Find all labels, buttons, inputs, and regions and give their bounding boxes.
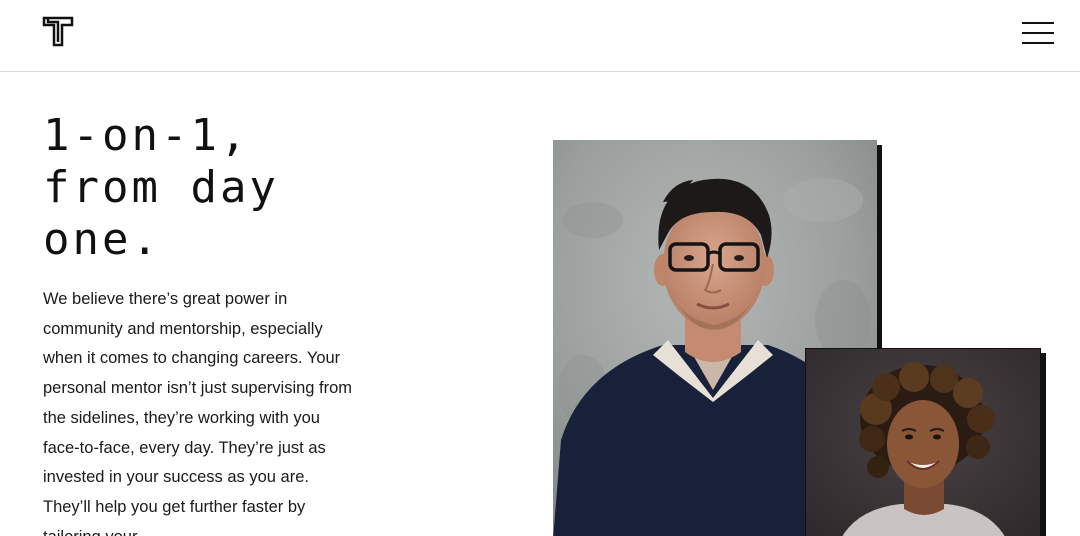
- menu-bar: [1022, 22, 1054, 24]
- site-header: [0, 0, 1080, 72]
- hero-title: 1-on-1, from day one.: [43, 110, 383, 266]
- hero-body-text: We believe there’s great power in commun…: [43, 290, 353, 536]
- student-photo: [805, 348, 1041, 536]
- menu-bar: [1022, 42, 1054, 44]
- menu-bar: [1022, 32, 1054, 34]
- hero-title-line: 1-on-1,: [43, 110, 250, 161]
- logo-icon[interactable]: [42, 16, 74, 48]
- hero-title-line: one.: [43, 214, 161, 265]
- hamburger-menu-icon[interactable]: [1020, 20, 1056, 48]
- hero-title-line: from day: [43, 162, 279, 213]
